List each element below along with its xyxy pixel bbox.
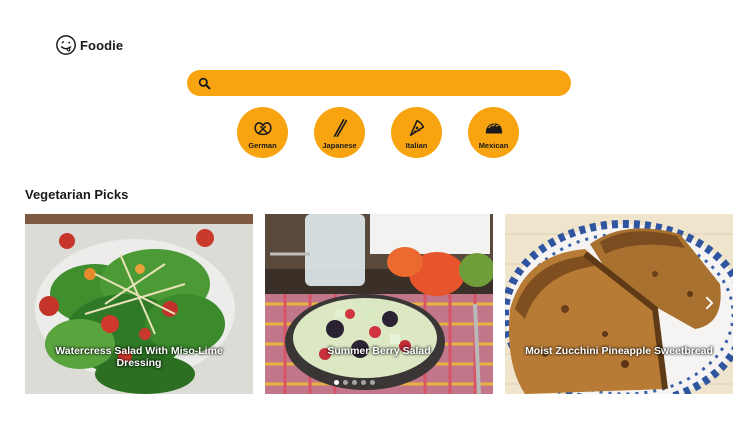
chevron-right-icon: [705, 296, 713, 310]
cuisine-mexican-button[interactable]: Mexican: [468, 107, 519, 158]
cuisine-italian-label: Italian: [405, 140, 428, 150]
recipe-card[interactable]: Summer Berry Salad: [265, 214, 493, 394]
recipe-image: [505, 214, 733, 394]
cuisine-mexican-label: Mexican: [478, 140, 509, 150]
section-title: Vegetarian Picks: [25, 187, 129, 202]
recipe-image: [265, 214, 493, 394]
carousel-dot[interactable]: [370, 380, 375, 385]
recipe-title: Watercress Salad With Miso-Lime Dressing: [55, 345, 223, 369]
cuisine-italian-button[interactable]: Italian: [391, 107, 442, 158]
recipe-carousel: Watercress Salad With Miso-Lime Dressing: [25, 214, 733, 394]
carousel-dot[interactable]: [343, 380, 348, 385]
taco-icon: [485, 122, 502, 133]
search-icon: [198, 77, 211, 89]
cuisine-list: German Japanese Italian Mexican: [237, 107, 519, 158]
carousel-dot[interactable]: [352, 380, 357, 385]
brand-logo[interactable]: Foodie: [55, 34, 123, 56]
cuisine-german-label: German: [248, 140, 277, 150]
recipe-card[interactable]: Moist Zucchini Pineapple Sweetbread: [505, 214, 733, 394]
pizza-icon: [409, 119, 424, 136]
recipe-title: Moist Zucchini Pineapple Sweetbread: [525, 345, 713, 357]
smiley-tongue-icon: [56, 35, 76, 55]
cuisine-japanese-button[interactable]: Japanese: [314, 107, 365, 158]
cuisine-japanese-label: Japanese: [322, 140, 357, 150]
carousel-next-button[interactable]: [702, 294, 716, 312]
search-input[interactable]: [217, 70, 571, 96]
pretzel-icon: [253, 121, 272, 135]
chopsticks-icon: [333, 118, 347, 137]
recipe-card[interactable]: Watercress Salad With Miso-Lime Dressing: [25, 214, 253, 394]
brand-name: Foodie: [80, 37, 124, 53]
carousel-dot[interactable]: [361, 380, 366, 385]
recipe-title: Summer Berry Salad: [327, 345, 431, 357]
carousel-dot[interactable]: [334, 380, 339, 385]
search-bar[interactable]: [187, 70, 571, 96]
carousel-pagination: [334, 380, 375, 385]
cuisine-german-button[interactable]: German: [237, 107, 288, 158]
